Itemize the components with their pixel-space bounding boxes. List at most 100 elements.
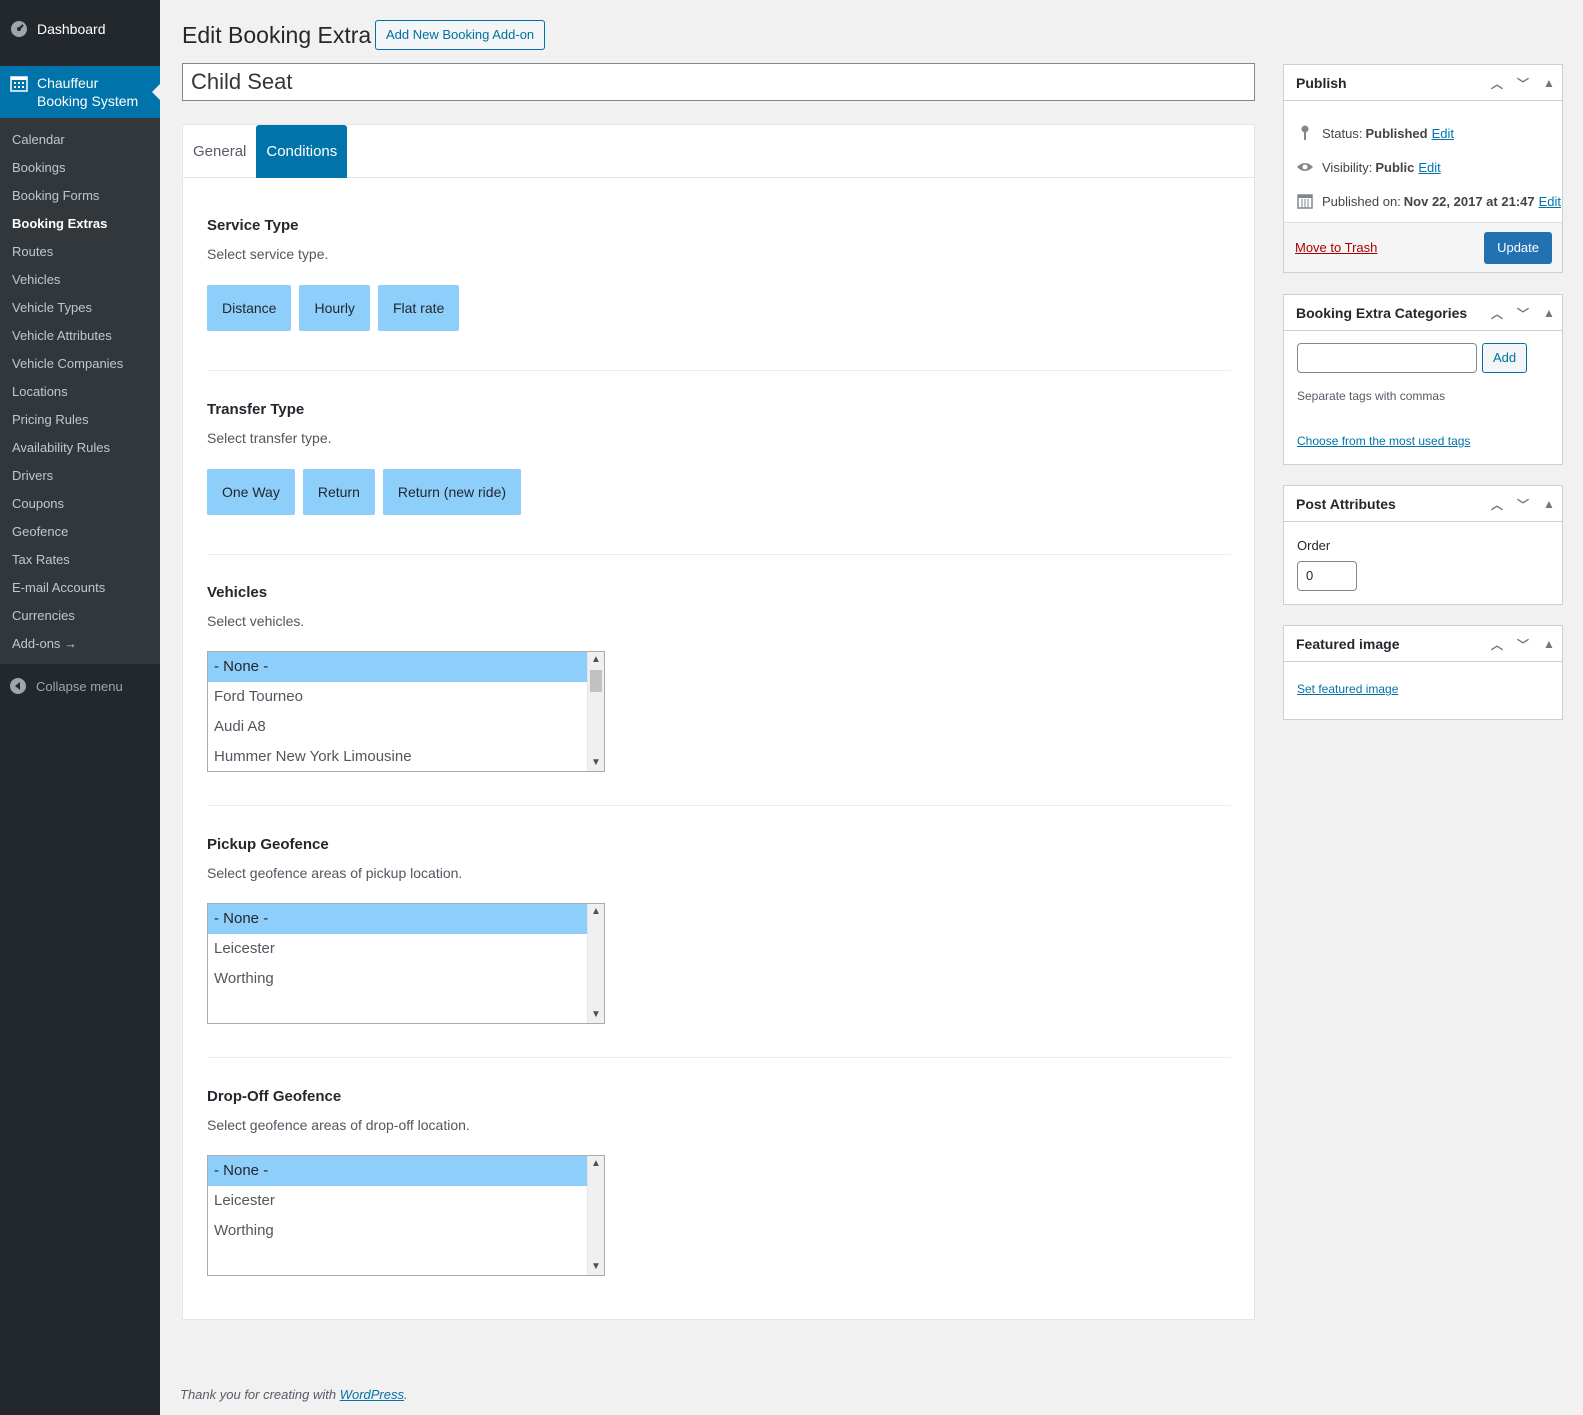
page-title: Edit Booking Extra [182,22,372,48]
move-down-icon[interactable]: ﹀ [1516,75,1530,92]
admin-sidebar: Dashboard Chauffeur Booking System Calen… [0,0,160,1415]
list-option[interactable]: Ford Tourneo [208,682,588,712]
scrollbar[interactable]: ▲ ▼ [587,904,604,1023]
post-title-input[interactable]: Child Seat [182,63,1255,101]
sidebar-item-tax-rates[interactable]: Tax Rates [0,546,160,574]
sidebar-item-dashboard[interactable]: Dashboard [0,0,160,58]
vehicles-select[interactable]: - None - Ford Tourneo Audi A8 Hummer New… [207,651,605,772]
sidebar-item-booking-extras[interactable]: Booking Extras [0,210,160,238]
sidebar-item-add-ons[interactable]: Add-ons → [0,630,160,658]
admin-footer: Thank you for creating with WordPress. [180,1387,408,1402]
status-value: Published [1365,125,1428,141]
transfer-type-option-return[interactable]: Return [302,469,375,515]
service-type-option-flat-rate[interactable]: Flat rate [377,285,460,331]
choose-most-used-tags-link[interactable]: Choose from the most used tags [1297,434,1470,448]
sidebar-item-calendar[interactable]: Calendar [0,126,160,154]
featured-image-box-header: Featured image ︿ ﹀ ▲ [1284,626,1562,662]
section-title: Transfer Type [207,401,305,418]
list-option[interactable]: Worthing [208,1216,588,1246]
pickup-geofence-select[interactable]: - None - Leicester Worthing ▲ ▼ [207,903,605,1024]
scroll-up-icon[interactable]: ▲ [588,652,604,668]
collapse-menu-button[interactable]: Collapse menu [0,668,160,704]
sidebar-item-booking-forms[interactable]: Booking Forms [0,182,160,210]
add-new-booking-addon-button[interactable]: Add New Booking Add-on [375,20,546,50]
toggle-panel-icon[interactable]: ▲ [1542,637,1556,651]
dropoff-geofence-select[interactable]: - None - Leicester Worthing ▲ ▼ [207,1155,605,1276]
sidebar-item-availability-rules[interactable]: Availability Rules [0,434,160,462]
sidebar-item-label: Chauffeur [37,75,99,91]
move-down-icon[interactable]: ﹀ [1516,496,1530,513]
order-input[interactable]: 0 [1297,561,1357,591]
move-down-icon[interactable]: ﹀ [1516,636,1530,653]
list-option[interactable]: - None - [208,652,588,682]
edit-date-link[interactable]: Edit [1539,194,1561,209]
dropoff-geofence-section: Drop-Off Geofence Select geofence areas … [207,1088,1231,1276]
sidebar-item-pricing-rules[interactable]: Pricing Rules [0,406,160,434]
sidebar-item-vehicle-attributes[interactable]: Vehicle Attributes [0,322,160,350]
tab-conditions[interactable]: Conditions [256,125,348,178]
pickup-geofence-section: Pickup Geofence Select geofence areas of… [207,836,1231,1024]
section-description: Select geofence areas of drop-off locati… [207,1117,470,1133]
status-row: Status: Published Edit [1284,116,1562,150]
list-option[interactable]: Hummer New York Limousine [208,742,588,771]
move-down-icon[interactable]: ﹀ [1516,305,1530,322]
section-description: Select vehicles. [207,613,305,629]
add-category-button[interactable]: Add [1482,343,1528,373]
sidebar-item-drivers[interactable]: Drivers [0,462,160,490]
scroll-up-icon[interactable]: ▲ [588,904,604,920]
scrollbar[interactable]: ▲ ▼ [587,652,604,771]
sidebar-item-vehicle-types[interactable]: Vehicle Types [0,294,160,322]
toggle-panel-icon[interactable]: ▲ [1542,76,1556,90]
sidebar-item-routes[interactable]: Routes [0,238,160,266]
list-option[interactable]: Worthing [208,964,588,994]
list-option[interactable]: Leicester [208,934,588,964]
service-type-option-distance[interactable]: Distance [207,285,292,331]
visibility-row: Visibility: Public Edit [1284,150,1562,184]
scroll-down-icon[interactable]: ▼ [588,1007,604,1023]
eye-icon [1296,158,1314,176]
section-description: Select service type. [207,246,329,262]
sidebar-item-bookings[interactable]: Bookings [0,154,160,182]
vehicles-section: Vehicles Select vehicles. - None - Ford … [207,584,1231,772]
sidebar-item-geofence[interactable]: Geofence [0,518,160,546]
list-option[interactable]: Leicester [208,1186,588,1216]
sidebar-item-label: Booking System [37,93,139,109]
update-button[interactable]: Update [1484,232,1552,264]
service-type-section: Service Type Select service type. Distan… [207,217,1231,331]
sidebar-item-e-mail-accounts[interactable]: E-mail Accounts [0,574,160,602]
move-up-icon[interactable]: ︿ [1490,636,1504,653]
sidebar-item-chauffeur-booking-system[interactable]: Chauffeur Booking System [0,66,160,118]
scrollbar[interactable]: ▲ ▼ [587,1156,604,1275]
toggle-panel-icon[interactable]: ▲ [1542,497,1556,511]
new-category-input[interactable] [1297,343,1477,373]
scroll-up-icon[interactable]: ▲ [588,1156,604,1172]
toggle-panel-icon[interactable]: ▲ [1542,306,1556,320]
move-to-trash-link[interactable]: Move to Trash [1295,240,1377,255]
wordpress-link[interactable]: WordPress [340,1387,404,1402]
sidebar-item-currencies[interactable]: Currencies [0,602,160,630]
scroll-down-icon[interactable]: ▼ [588,755,604,771]
sidebar-item-vehicle-companies[interactable]: Vehicle Companies [0,350,160,378]
move-up-icon[interactable]: ︿ [1490,496,1504,513]
section-title: Vehicles [207,584,268,601]
list-option[interactable]: Audi A8 [208,712,588,742]
sidebar-item-locations[interactable]: Locations [0,378,160,406]
move-up-icon[interactable]: ︿ [1490,75,1504,92]
box-title: Publish [1296,74,1347,91]
list-option[interactable]: - None - [208,904,588,934]
sidebar-item-vehicles[interactable]: Vehicles [0,266,160,294]
edit-status-link[interactable]: Edit [1432,126,1454,141]
scrollbar-thumb[interactable] [590,670,602,692]
set-featured-image-link[interactable]: Set featured image [1297,682,1398,696]
sidebar-item-coupons[interactable]: Coupons [0,490,160,518]
scroll-down-icon[interactable]: ▼ [588,1259,604,1275]
edit-visibility-link[interactable]: Edit [1418,160,1440,175]
move-up-icon[interactable]: ︿ [1490,305,1504,322]
transfer-type-option-one-way[interactable]: One Way [207,469,295,515]
categories-box: Booking Extra Categories ︿ ﹀ ▲ Add Separ… [1283,294,1563,465]
service-type-option-hourly[interactable]: Hourly [299,285,370,331]
list-option[interactable]: - None - [208,1156,588,1186]
box-title: Booking Extra Categories [1296,304,1468,321]
transfer-type-option-return-new-ride[interactable]: Return (new ride) [382,469,522,515]
tab-general[interactable]: General [183,125,256,178]
